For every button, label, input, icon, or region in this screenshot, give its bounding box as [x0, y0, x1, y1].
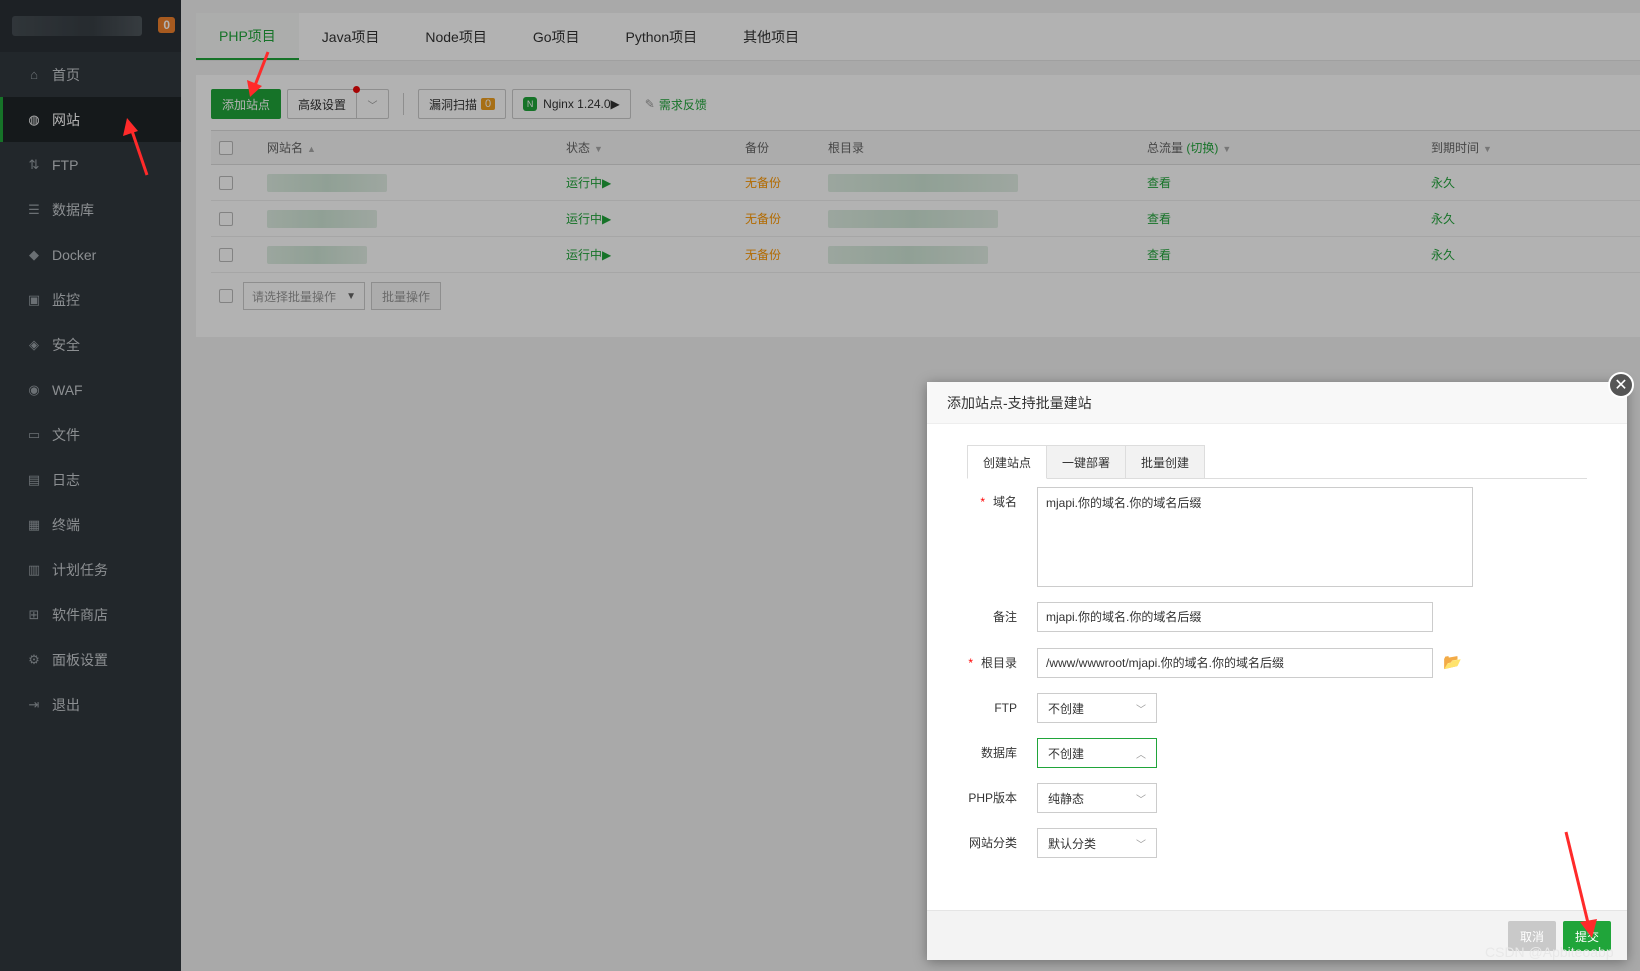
database-select-value: 不创建 [1048, 746, 1085, 761]
database-label: 数据库 [980, 746, 1017, 760]
root-dir-label: * 根目录 [968, 656, 1017, 670]
chevron-down-icon: ﹀ [1136, 794, 1146, 806]
ftp-select[interactable]: 不创建 ﹀ [1037, 693, 1157, 723]
php-version-value: 纯静态 [1048, 791, 1085, 806]
add-site-modal: 添加站点-支持批量建站 创建站点 一键部署 批量创建 * 域名 mjapi.你的域名.… [927, 382, 1627, 960]
modal-tabs: 创建站点 一键部署 批量创建 [967, 445, 1587, 479]
ftp-label: FTP [994, 701, 1017, 715]
domain-row: * 域名 mjapi.你的域名.你的域名后缀 [927, 487, 1473, 587]
close-icon[interactable]: ✕ [1608, 372, 1634, 398]
remark-label: 备注 [992, 610, 1017, 624]
remark-input[interactable]: mjapi.你的域名.你的域名后缀 [1037, 602, 1433, 632]
root-dir-input[interactable]: /www/wwwroot/mjapi.你的域名.你的域名后缀 [1037, 648, 1433, 678]
category-select[interactable]: 默认分类 ﹀ [1037, 828, 1157, 858]
folder-open-icon[interactable]: 📂 [1443, 648, 1462, 678]
category-label: 网站分类 [968, 836, 1017, 850]
php-version-row: PHP版本 纯静态 ﹀ [927, 783, 1157, 813]
remark-row: 备注 mjapi.你的域名.你的域名后缀 [927, 602, 1433, 632]
ftp-row: FTP 不创建 ﹀ [927, 693, 1157, 723]
category-row: 网站分类 默认分类 ﹀ [927, 828, 1157, 858]
chevron-down-icon: ﹀ [1136, 704, 1146, 716]
modal-tab[interactable]: 创建站点 [967, 445, 1048, 479]
php-version-label: PHP版本 [968, 791, 1017, 805]
root-dir-row: * 根目录 /www/wwwroot/mjapi.你的域名.你的域名后缀 📂 [927, 648, 1462, 678]
ftp-select-value: 不创建 [1048, 701, 1085, 716]
chevron-up-icon: ︿ [1136, 749, 1146, 761]
database-row: 数据库 不创建 ︿ [927, 738, 1157, 768]
domain-label: * 域名 [980, 495, 1017, 509]
database-select[interactable]: 不创建 ︿ [1037, 738, 1157, 768]
modal-tab[interactable]: 批量创建 [1125, 445, 1206, 478]
domain-textarea[interactable]: mjapi.你的域名.你的域名后缀 [1037, 487, 1473, 587]
category-value: 默认分类 [1048, 836, 1097, 851]
chevron-down-icon: ﹀ [1136, 839, 1146, 851]
watermark: CSDN @Apbiteoabp [1485, 944, 1614, 960]
php-version-select[interactable]: 纯静态 ﹀ [1037, 783, 1157, 813]
modal-title: 添加站点-支持批量建站 [927, 382, 1627, 424]
modal-tab[interactable]: 一键部署 [1046, 445, 1127, 478]
